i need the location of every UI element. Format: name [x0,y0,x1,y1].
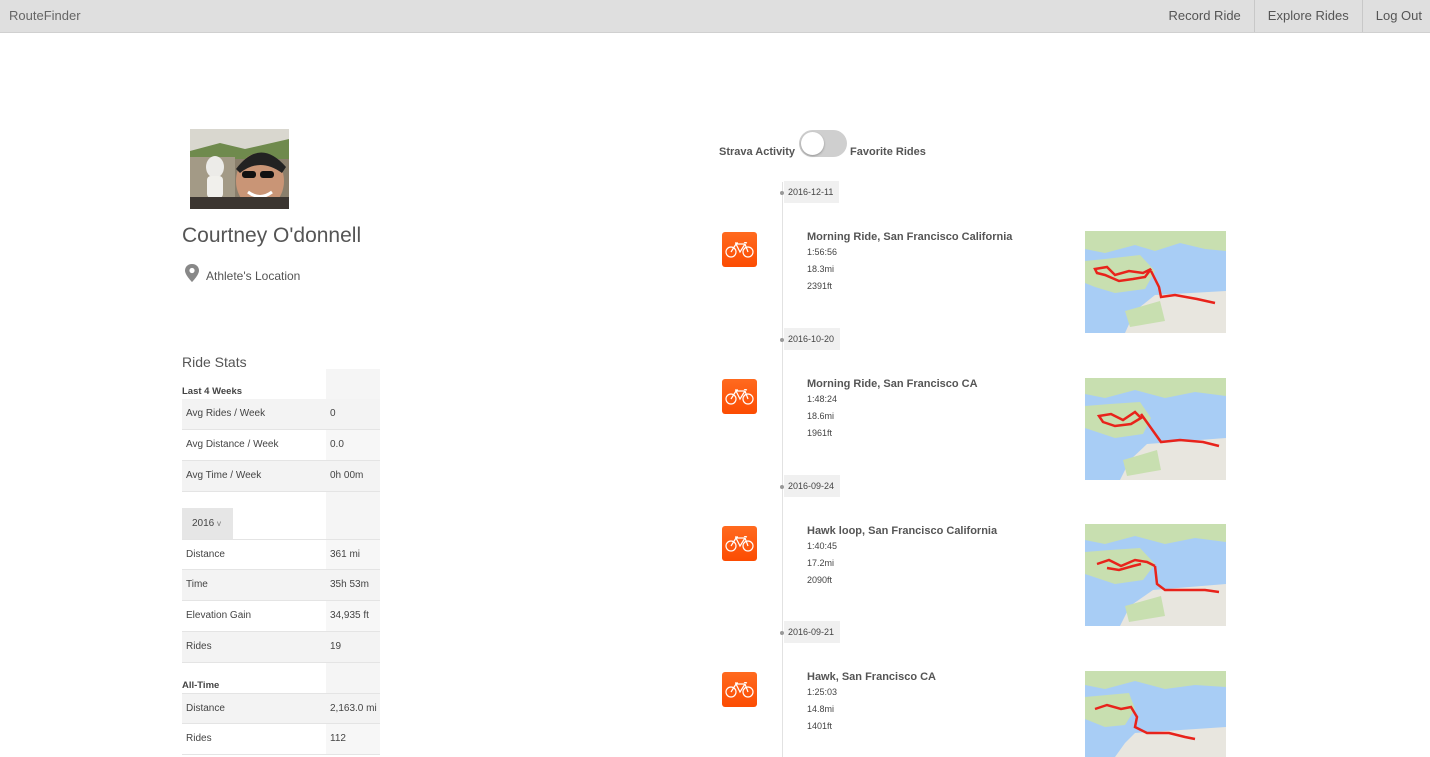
ride-title[interactable]: Morning Ride, San Francisco California [807,231,1012,243]
favorite-rides-label: Favorite Rides [850,146,926,158]
stats-label: Avg Rides / Week [182,399,326,429]
ride-stats-title: Ride Stats [182,354,247,370]
ride-item: Morning Ride, San Francisco California 1… [807,231,1012,298]
stats-row: Rides 19 [182,632,380,663]
year-selector-row: 2016 v [182,508,380,539]
stats-label: Rides [182,632,326,662]
ride-stats-table: Last 4 Weeks Avg Rides / Week 0 Avg Dist… [182,369,380,755]
ride-time: 1:25:03 [807,687,838,697]
route-map-thumbnail[interactable] [1085,671,1226,757]
bike-icon[interactable] [722,379,757,414]
route-map-thumbnail[interactable] [1085,378,1226,480]
ride-title[interactable]: Hawk, San Francisco CA [807,671,936,683]
athlete-avatar [190,129,289,209]
stats-cell-empty [326,663,380,693]
last-4-weeks-heading: Last 4 Weeks [182,386,243,397]
top-navbar: RouteFinder Record Ride Explore Rides Lo… [0,0,1430,33]
activity-toggle: Strava Activity Favorite Rides [719,130,926,158]
ride-item: Morning Ride, San Francisco CA 1:48:24 1… [807,378,978,445]
stats-row: Distance 2,163.0 mi [182,693,380,724]
stats-value: 2,163.0 mi [326,694,380,723]
stats-value: 112 [326,724,380,754]
map-pin-icon [183,263,201,283]
ride-item: Hawk loop, San Francisco California 1:40… [807,525,997,592]
nav-links: Record Ride Explore Rides Log Out [1156,0,1430,32]
stats-label: Rides [186,733,212,744]
brand-logo[interactable]: RouteFinder [9,8,81,23]
stats-row: Rides 112 [182,724,380,755]
stats-row: Avg Distance / Week 0.0 [182,430,380,461]
ride-time: 1:56:56 [807,247,838,257]
stats-section-header: Last 4 Weeks [182,369,380,399]
explore-rides-link[interactable]: Explore Rides [1253,0,1362,32]
stats-cell-empty [326,369,380,399]
ride-item: Hawk, San Francisco CA 1:25:03 14.8mi 14… [807,671,936,738]
stats-value: 0h 00m [326,461,380,491]
ride-title[interactable]: Morning Ride, San Francisco CA [807,378,978,390]
ride-time: 1:40:45 [807,541,838,551]
stats-value: 361 mi [326,540,380,569]
route-map-thumbnail[interactable] [1085,231,1226,333]
stats-spacer [182,492,380,508]
record-ride-link[interactable]: Record Ride [1156,0,1254,32]
ride-title[interactable]: Hawk loop, San Francisco California [807,525,997,537]
athlete-location: Athlete's Location [183,263,300,283]
stats-value: 19 [326,632,380,662]
stats-row: Elevation Gain 34,935 ft [182,601,380,632]
stats-label: Avg Distance / Week [186,439,279,450]
ride-time: 1:48:24 [807,394,838,404]
stats-label: Avg Time / Week [182,461,326,491]
ride-elevation: 1401ft [807,721,833,731]
stats-value: 0.0 [326,430,380,460]
log-out-link[interactable]: Log Out [1361,0,1430,32]
strava-activity-label: Strava Activity [719,146,796,158]
stats-value: 35h 53m [326,570,380,600]
stats-value: 0 [326,399,380,429]
location-text: Athlete's Location [206,269,301,283]
activity-favorites-switch[interactable] [799,130,848,157]
all-time-heading: All-Time [182,680,220,691]
ride-elevation: 2090ft [807,575,833,585]
switch-knob [801,132,825,155]
ride-distance: 14.8mi [807,704,835,714]
ride-elevation: 2391ft [807,281,833,291]
bike-icon[interactable] [722,232,757,267]
stats-cell-empty [326,508,380,539]
ride-date: 2016-12-11 [784,181,840,203]
year-dropdown-value: 2016 [192,518,215,529]
stats-section-header: All-Time [182,663,380,693]
stats-row: Avg Time / Week 0h 00m [182,461,380,492]
stats-value: 34,935 ft [326,601,380,631]
year-dropdown[interactable]: 2016 v [182,508,233,539]
stats-row: Time 35h 53m [182,570,380,601]
stats-row: Avg Rides / Week 0 [182,399,380,430]
stats-label: Elevation Gain [186,610,252,621]
ride-distance: 18.3mi [807,264,835,274]
chevron-down-icon: v [217,519,222,528]
stats-row: Distance 361 mi [182,539,380,570]
stats-label: Distance [186,549,225,560]
ride-distance: 17.2mi [807,558,835,568]
ride-date: 2016-09-24 [784,475,841,497]
athlete-name: Courtney O'donnell [182,224,362,247]
stats-label: Distance [182,694,326,723]
bike-icon[interactable] [722,526,757,561]
bike-icon[interactable] [722,672,757,707]
stats-label: Time [182,570,326,600]
ride-distance: 18.6mi [807,411,835,421]
ride-date: 2016-10-20 [784,328,841,350]
route-map-thumbnail[interactable] [1085,524,1226,626]
timeline-line [782,182,783,757]
ride-date: 2016-09-21 [784,621,841,643]
ride-elevation: 1961ft [807,428,833,438]
